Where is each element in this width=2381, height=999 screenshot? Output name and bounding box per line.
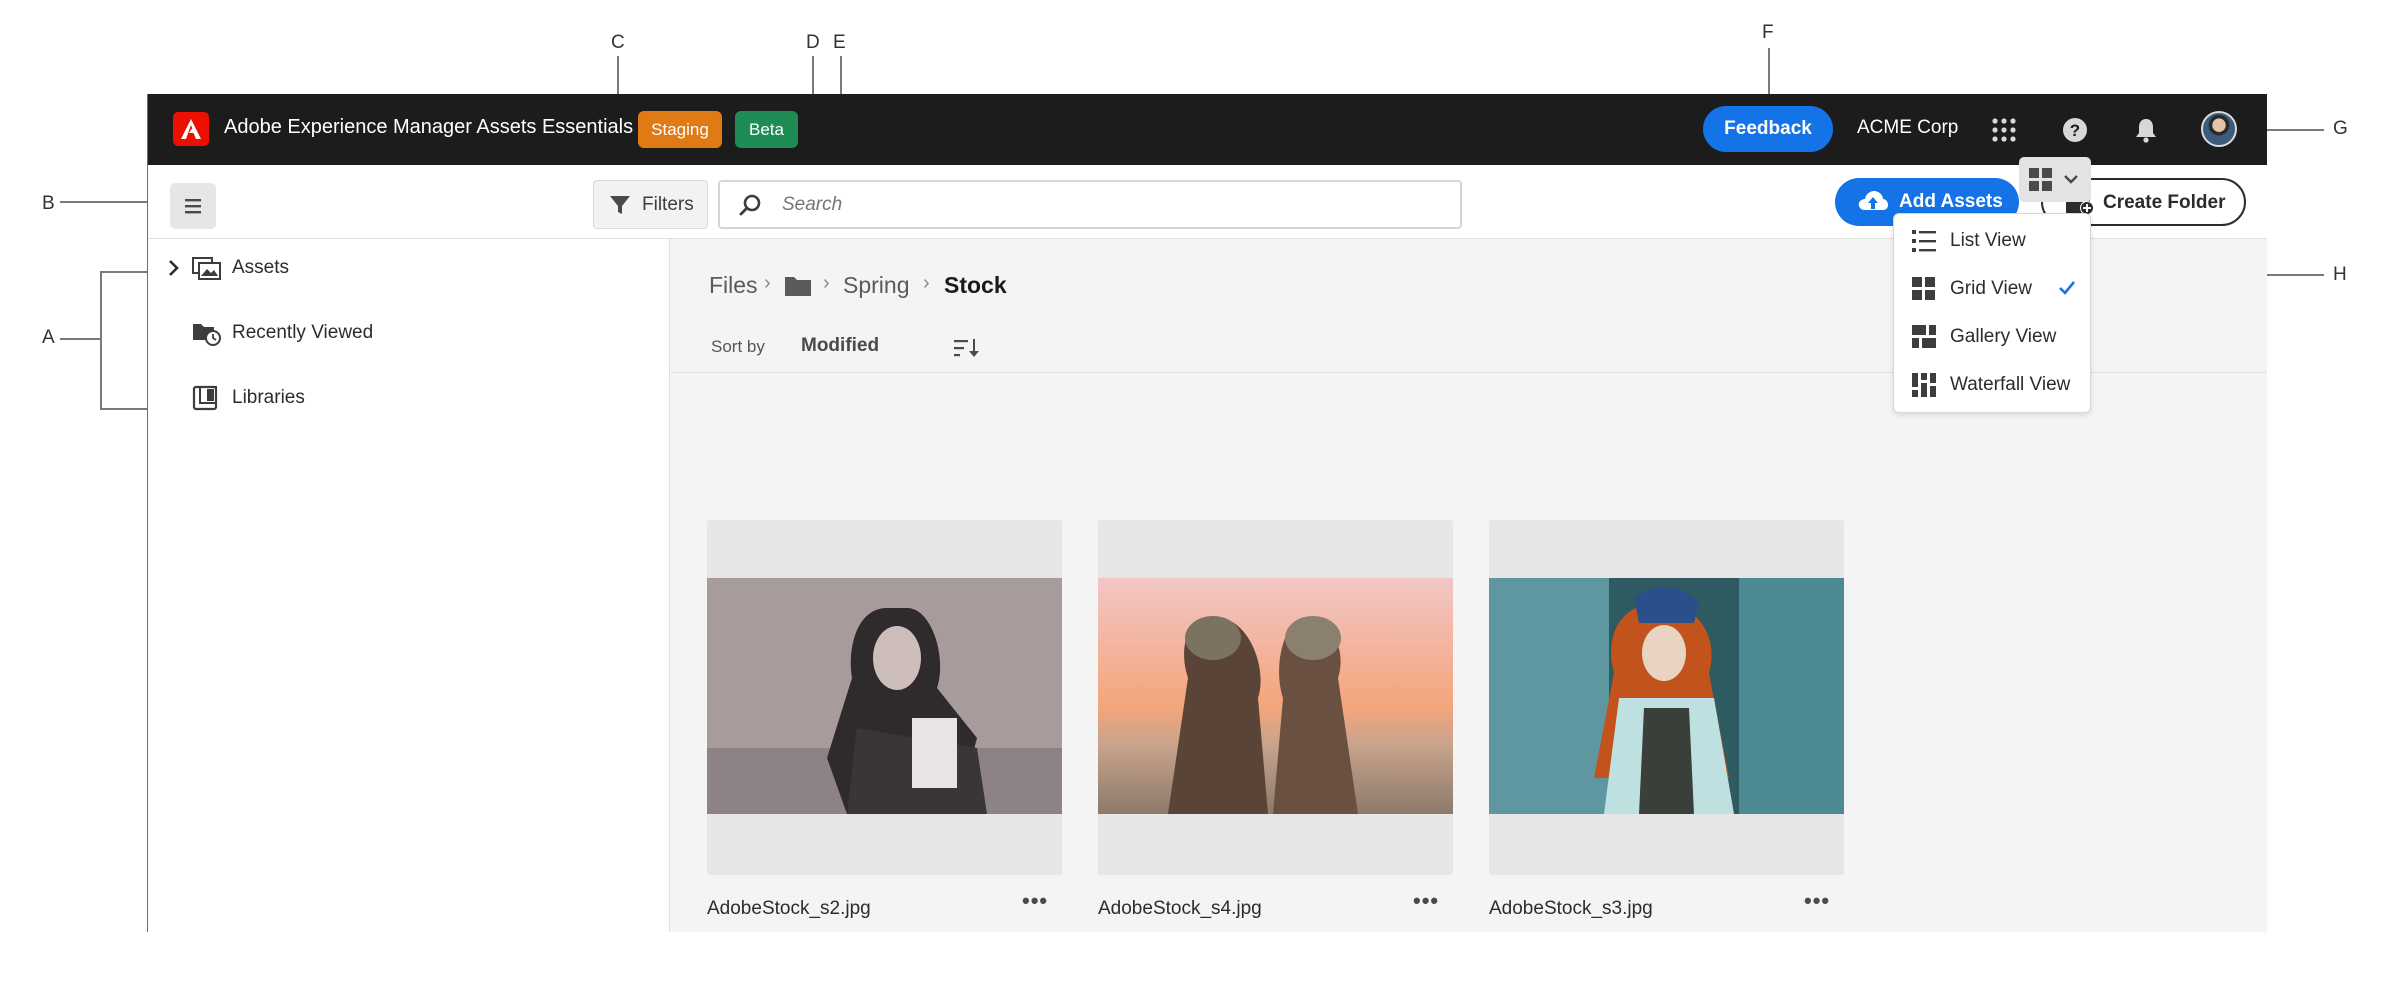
grid-view-icon xyxy=(2029,168,2052,191)
view-option-label: List View xyxy=(1950,230,2026,251)
view-menu: List View Grid View Gallery View Waterfa… xyxy=(1893,213,2091,413)
callout-f: F xyxy=(1762,22,1774,43)
sidebar-item-assets[interactable]: Assets xyxy=(148,247,668,287)
bracket-a-vertical xyxy=(100,271,102,410)
view-option-label: Grid View xyxy=(1950,278,2033,299)
filter-funnel-icon xyxy=(610,196,630,214)
asset-thumbnail-frame xyxy=(707,520,1062,875)
callout-h: H xyxy=(2333,264,2347,285)
asset-filename: AdobeStock_s4.jpg xyxy=(1098,898,1262,919)
chevron-down-icon xyxy=(2064,175,2078,184)
view-option-list[interactable]: List View xyxy=(1894,220,2092,260)
beta-badge: Beta xyxy=(735,111,798,148)
filters-button[interactable]: Filters xyxy=(593,180,708,229)
asset-thumbnail-image[interactable] xyxy=(1489,578,1844,814)
callout-c: C xyxy=(611,32,625,53)
grid-view-icon xyxy=(1912,277,1935,300)
app-switcher-icon[interactable] xyxy=(1990,116,2018,144)
filters-label: Filters xyxy=(642,194,694,215)
breadcrumb-current: Stock xyxy=(944,272,1007,298)
asset-thumbnail-image[interactable] xyxy=(707,578,1062,814)
callout-e: E xyxy=(833,32,846,53)
callout-b: B xyxy=(42,193,55,214)
breadcrumb-separator: › xyxy=(764,272,771,294)
waterfall-view-icon xyxy=(1912,373,1936,397)
hamburger-icon xyxy=(185,199,201,214)
adobe-logo-glyph xyxy=(181,119,201,139)
asset-thumbnail-frame xyxy=(1098,520,1453,875)
assets-folder-icon xyxy=(192,257,221,280)
more-actions-icon[interactable]: ••• xyxy=(1413,888,1439,914)
view-switcher-button[interactable] xyxy=(2019,157,2091,202)
list-view-icon xyxy=(1912,230,1936,252)
view-option-gallery[interactable]: Gallery View xyxy=(1894,316,2092,356)
org-switcher[interactable]: ACME Corp xyxy=(1857,117,1958,139)
sidebar-item-label: Libraries xyxy=(232,387,305,408)
asset-filename: AdobeStock_s3.jpg xyxy=(1489,898,1653,919)
libraries-icon xyxy=(192,385,218,411)
staging-badge: Staging xyxy=(638,111,722,148)
sidebar-item-label: Recently Viewed xyxy=(232,322,374,343)
feedback-button[interactable]: Feedback xyxy=(1703,106,1833,152)
chevron-right-icon[interactable] xyxy=(168,259,180,277)
view-option-grid[interactable]: Grid View xyxy=(1894,268,2092,308)
search-input[interactable] xyxy=(780,191,1440,219)
view-option-waterfall[interactable]: Waterfall View xyxy=(1894,364,2092,404)
top-bar: Adobe Experience Manager Assets Essentia… xyxy=(148,94,2267,165)
hamburger-menu-button[interactable] xyxy=(170,183,216,229)
breadcrumb-files[interactable]: Files xyxy=(709,272,758,299)
search-field[interactable] xyxy=(718,180,1462,229)
left-navigation: Assets Recently Viewed Libraries xyxy=(148,239,670,932)
checkmark-icon xyxy=(2059,281,2076,295)
sidebar-item-label: Assets xyxy=(232,257,290,278)
sort-field-dropdown[interactable]: Modified xyxy=(801,335,879,357)
callout-a: A xyxy=(42,327,55,348)
sidebar-item-libraries[interactable]: Libraries xyxy=(148,377,668,417)
view-option-label: Gallery View xyxy=(1950,326,2057,347)
add-assets-label: Add Assets xyxy=(1899,191,2003,212)
asset-thumbnail-image[interactable] xyxy=(1098,578,1453,814)
breadcrumb-spring[interactable]: Spring xyxy=(843,272,909,299)
asset-filename: AdobeStock_s2.jpg xyxy=(707,898,871,919)
folder-icon[interactable] xyxy=(784,275,812,297)
svg-text:?: ? xyxy=(2070,121,2080,140)
more-actions-icon[interactable]: ••• xyxy=(1022,888,1048,914)
gallery-view-icon xyxy=(1912,325,1936,348)
cloud-upload-icon xyxy=(1858,191,1888,210)
callout-g: G xyxy=(2333,118,2348,139)
asset-thumbnail-frame xyxy=(1489,520,1844,875)
recent-folder-icon xyxy=(193,324,221,346)
user-avatar[interactable] xyxy=(2201,111,2237,147)
breadcrumb-separator: › xyxy=(923,272,930,294)
callout-d: D xyxy=(806,32,820,53)
search-icon xyxy=(739,194,761,216)
app-title: Adobe Experience Manager Assets Essentia… xyxy=(224,116,634,138)
sort-by-label: Sort by xyxy=(711,337,765,356)
more-actions-icon[interactable]: ••• xyxy=(1804,888,1830,914)
create-folder-label: Create Folder xyxy=(2103,192,2226,213)
sidebar-item-recently-viewed[interactable]: Recently Viewed xyxy=(148,312,668,352)
sort-order-icon[interactable] xyxy=(953,337,979,359)
help-icon[interactable]: ? xyxy=(2061,116,2089,144)
leader-line-a xyxy=(60,338,102,340)
adobe-logo-icon[interactable] xyxy=(173,112,209,146)
view-option-label: Waterfall View xyxy=(1950,374,2071,395)
notifications-bell-icon[interactable] xyxy=(2132,116,2160,144)
breadcrumb-separator: › xyxy=(823,272,830,294)
